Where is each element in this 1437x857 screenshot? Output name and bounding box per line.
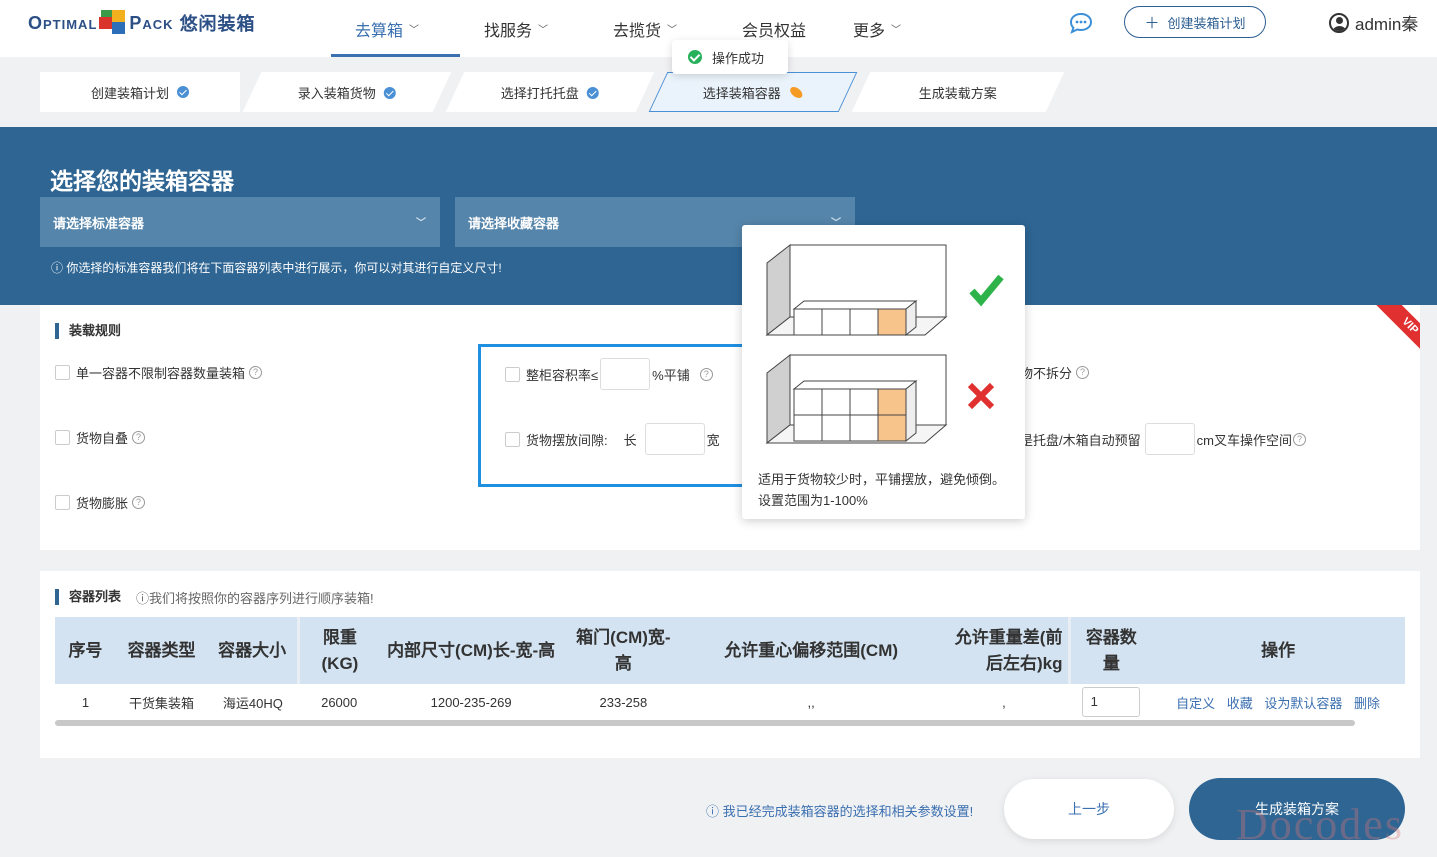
- chevron-down-icon: ﹀: [667, 25, 678, 36]
- rule-no-split[interactable]: 物不拆分?: [1020, 363, 1090, 382]
- user-avatar-icon: [1329, 12, 1349, 33]
- rule-self-stack[interactable]: 货物自叠?: [55, 428, 146, 447]
- container-table: 序号 容器类型 容器大小 限重(KG) 内部尺寸(CM)长-宽-高 箱门(CM)…: [55, 617, 1405, 720]
- help-icon[interactable]: ?: [1292, 432, 1306, 446]
- customize-link[interactable]: 自定义: [1176, 696, 1215, 711]
- favorite-link[interactable]: 收藏: [1227, 696, 1253, 711]
- help-icon[interactable]: ?: [1076, 366, 1090, 379]
- info-icon: ⓘ: [51, 261, 67, 275]
- step-select-container[interactable]: 选择装箱容器: [648, 72, 858, 112]
- vip-ribbon: VIP: [1366, 305, 1420, 359]
- info-icon: ⓘ: [706, 804, 723, 819]
- help-icon[interactable]: ?: [132, 431, 146, 444]
- check-icon: [177, 86, 189, 98]
- delete-link[interactable]: 删除: [1354, 696, 1380, 711]
- step-generate-plan[interactable]: 生成装载方案: [851, 72, 1065, 112]
- chevron-down-icon: ﹀: [538, 25, 549, 36]
- highlight-box: [478, 344, 754, 487]
- standard-container-select[interactable]: 请选择标准容器 ﹀: [40, 197, 440, 247]
- column-header: 操作: [1151, 617, 1405, 684]
- step-select-pallet[interactable]: 选择打托托盘: [445, 72, 655, 112]
- progress-steps: 创建装箱计划 录入装箱货物 选择打托托盘 选择装箱容器 生成装载方案: [40, 72, 1065, 112]
- footer-tip: ⓘ 我已经完成装箱容器的选择和相关参数设置!: [706, 804, 974, 819]
- logo-cube-icon: [99, 10, 127, 36]
- check-icon: [969, 274, 1004, 307]
- plus-icon: ＋: [1144, 14, 1160, 32]
- user-menu[interactable]: admin秦: [1329, 10, 1418, 35]
- check-circle-icon: [688, 50, 702, 64]
- cross-icon: [967, 382, 995, 410]
- checkbox[interactable]: [55, 430, 70, 445]
- create-plan-button[interactable]: ＋创建装箱计划: [1124, 6, 1266, 38]
- chevron-down-icon: ﹀: [409, 25, 420, 36]
- current-step-dot-icon: [788, 86, 806, 98]
- horizontal-scrollbar[interactable]: [55, 720, 1355, 726]
- nav-more[interactable]: 更多 ﹀: [853, 0, 901, 57]
- help-icon[interactable]: ?: [132, 496, 146, 509]
- flat-container-illustration: [765, 243, 948, 337]
- info-icon: ⓘ: [136, 591, 150, 606]
- chevron-down-icon: ﹀: [416, 218, 426, 229]
- container-list-hint: ⓘ我们将按照你的容器序列进行顺序装箱!: [136, 591, 374, 606]
- table-row: 1 干货集装箱 海运40HQ 26000 1200-235-269 233-25…: [55, 684, 1405, 720]
- success-toast: 操作成功: [672, 40, 788, 74]
- page-title: 选择您的装箱容器: [50, 168, 234, 194]
- step-create-plan[interactable]: 创建装箱计划: [40, 72, 240, 112]
- column-header: 内部尺寸(CM)长-宽-高: [379, 617, 563, 684]
- column-header: 容器类型: [115, 617, 208, 684]
- chat-icon[interactable]: [1068, 11, 1094, 35]
- container-list-card: 容器列表 ⓘ我们将按照你的容器序列进行顺序装箱! 序号 容器类型 容器大小 限重…: [40, 571, 1420, 758]
- nav-calculate[interactable]: 去算箱 ﹀: [355, 0, 419, 57]
- column-header: 箱门(CM)宽-高: [562, 617, 685, 684]
- container-list-title: 容器列表: [55, 589, 121, 605]
- brand-logo[interactable]: Optimal Pack 悠闲装箱: [28, 8, 256, 38]
- column-header: 序号: [55, 617, 116, 684]
- step-enter-cargo[interactable]: 录入装箱货物: [242, 72, 452, 112]
- rule-cargo-expand[interactable]: 货物膨胀?: [55, 493, 146, 512]
- loading-rules-title: 装载规则: [55, 323, 121, 339]
- checkbox[interactable]: [55, 365, 70, 380]
- check-icon: [587, 86, 599, 98]
- chevron-down-icon: ﹀: [891, 25, 902, 36]
- help-icon[interactable]: ?: [249, 366, 263, 379]
- stacked-container-illustration: [765, 353, 948, 445]
- nav-cargo[interactable]: 去揽货 ﹀: [613, 0, 677, 57]
- rule-pallet-forklift[interactable]: 是托盘/木箱自动预留 cm叉车操作空间?: [1020, 423, 1306, 455]
- nav-services[interactable]: 找服务 ﹀: [484, 0, 548, 57]
- column-header: 限重(KG): [297, 617, 380, 684]
- column-header: 容器数量: [1068, 617, 1152, 684]
- nav-active-underline: [331, 54, 460, 57]
- check-icon: [384, 86, 396, 98]
- watermark: Docodes: [1236, 800, 1404, 849]
- container-select-banner: 选择您的装箱容器 请选择标准容器 ﹀ 请选择收藏容器 ﹀ ⓘ 你选择的标准容器我们将…: [0, 127, 1437, 305]
- container-illustration: [765, 243, 1004, 445]
- container-qty-input[interactable]: 1: [1081, 687, 1140, 717]
- column-header: 允许重量差(前后左右)kg: [938, 617, 1070, 684]
- checkbox[interactable]: [55, 495, 70, 510]
- column-header: 允许重心偏移范围(CM): [684, 617, 939, 684]
- column-header: 容器大小: [207, 617, 299, 684]
- previous-step-button[interactable]: 上一步: [1004, 779, 1174, 839]
- set-default-link[interactable]: 设为默认容器: [1264, 696, 1342, 711]
- fill-rate-help-popover: 适用于货物较少时，平铺摆放，避免倾倒。设置范围为1-100%: [742, 225, 1025, 519]
- rule-single-container[interactable]: 单一容器不限制容器数量装箱?: [55, 363, 263, 382]
- banner-tip: ⓘ 你选择的标准容器我们将在下面容器列表中进行展示，你可以对其进行自定义尺寸!: [51, 261, 502, 275]
- forklift-space-input[interactable]: [1144, 423, 1195, 455]
- popover-description: 适用于货物较少时，平铺摆放，避免倾倒。设置范围为1-100%: [758, 472, 1006, 508]
